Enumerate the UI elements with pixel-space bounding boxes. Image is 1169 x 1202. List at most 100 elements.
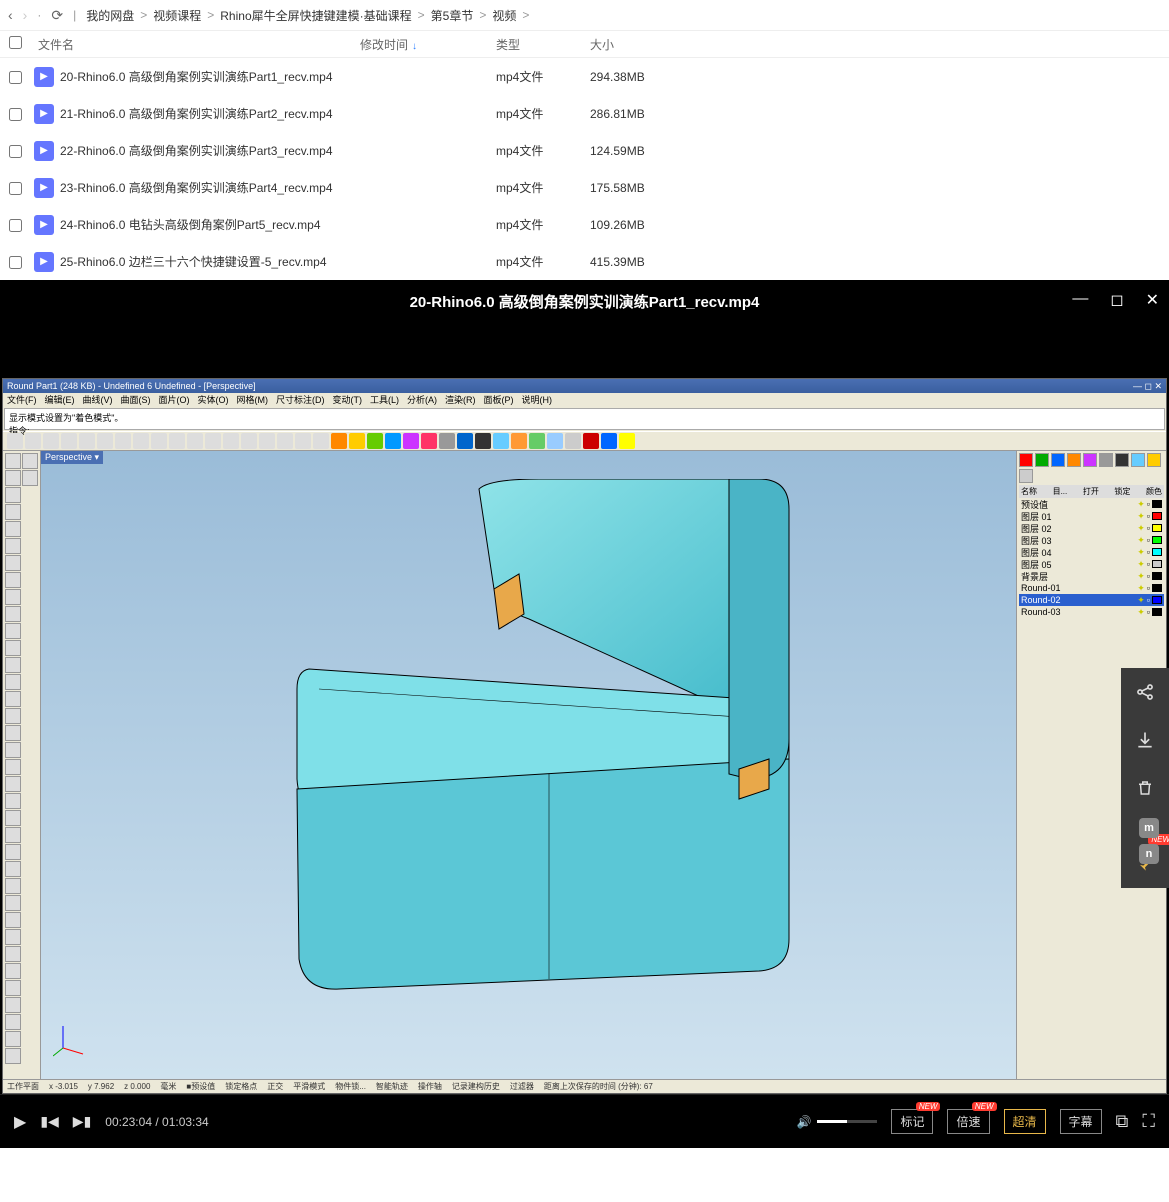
tool-button[interactable]	[5, 963, 21, 979]
tool-button[interactable]	[5, 1014, 21, 1030]
toolbar-button[interactable]	[241, 433, 257, 449]
toolbar-button[interactable]	[313, 433, 329, 449]
toolbar-button[interactable]	[349, 433, 365, 449]
col-header-type[interactable]: 类型	[496, 36, 590, 53]
bulb-icon[interactable]: ✦	[1137, 547, 1145, 558]
toolbar-button[interactable]	[187, 433, 203, 449]
row-checkbox[interactable]	[9, 71, 22, 84]
breadcrumb-item[interactable]: 视频课程	[153, 7, 201, 24]
lock-icon[interactable]: ▫	[1147, 547, 1150, 557]
tool-button[interactable]	[5, 521, 21, 537]
tool-button[interactable]	[5, 742, 21, 758]
delete-icon[interactable]	[1121, 764, 1169, 812]
rhino-command-area[interactable]: 显示模式设置为"着色模式"。 指令:	[4, 408, 1165, 430]
lock-icon[interactable]: ▫	[1147, 511, 1150, 521]
menu-item[interactable]: 渲染(R)	[445, 393, 476, 407]
layer-row[interactable]: 图层 05✦▫	[1019, 558, 1164, 570]
bulb-icon[interactable]: ✦	[1137, 583, 1145, 594]
toolbar-button[interactable]	[115, 433, 131, 449]
toolbar-button[interactable]	[421, 433, 437, 449]
quality-button[interactable]: 超清	[1004, 1109, 1046, 1134]
toolbar-button[interactable]	[277, 433, 293, 449]
menu-item[interactable]: 文件(F)	[7, 393, 37, 407]
file-row[interactable]: ▶24-Rhino6.0 电钻头高级倒角案例Part5_recv.mp4 mp4…	[0, 206, 1169, 243]
toolbar-button[interactable]	[259, 433, 275, 449]
panel-icon[interactable]	[1083, 453, 1097, 467]
tool-button[interactable]	[5, 844, 21, 860]
layer-row[interactable]: 图层 03✦▫	[1019, 534, 1164, 546]
file-row[interactable]: ▶25-Rhino6.0 边栏三十六个快捷键设置-5_recv.mp4 mp4文…	[0, 243, 1169, 280]
layer-color-swatch[interactable]	[1152, 560, 1162, 568]
bulb-icon[interactable]: ✦	[1137, 559, 1145, 570]
toolbar-button[interactable]	[385, 433, 401, 449]
tool-button[interactable]	[5, 912, 21, 928]
layer-row[interactable]: Round-02✦▫	[1019, 594, 1164, 606]
layer-color-swatch[interactable]	[1152, 512, 1162, 520]
tool-button[interactable]	[5, 470, 21, 486]
tool-button[interactable]	[22, 453, 38, 469]
tool-button[interactable]	[5, 861, 21, 877]
toolbar-button[interactable]	[61, 433, 77, 449]
col-header-size[interactable]: 大小	[590, 36, 1169, 53]
panel-icon[interactable]	[1115, 453, 1129, 467]
close-icon[interactable]: ✕	[1146, 290, 1159, 310]
menu-item[interactable]: 变动(T)	[333, 393, 363, 407]
maximize-icon[interactable]: ◻	[1110, 290, 1123, 310]
tool-button[interactable]	[5, 997, 21, 1013]
layer-color-swatch[interactable]	[1152, 584, 1162, 592]
menu-item[interactable]: 分析(A)	[407, 393, 437, 407]
lock-icon[interactable]: ▫	[1147, 571, 1150, 581]
layer-row[interactable]: 图层 04✦▫	[1019, 546, 1164, 558]
tool-button[interactable]	[5, 538, 21, 554]
toolbar-button[interactable]	[457, 433, 473, 449]
toolbar-button[interactable]	[619, 433, 635, 449]
toolbar-button[interactable]	[529, 433, 545, 449]
panel-icon[interactable]	[1131, 453, 1145, 467]
tool-button[interactable]	[5, 929, 21, 945]
menu-item[interactable]: 面板(P)	[484, 393, 514, 407]
row-checkbox[interactable]	[9, 256, 22, 269]
tool-button[interactable]	[5, 827, 21, 843]
breadcrumb-item[interactable]: Rhino犀牛全屏快捷键建模·基础课程	[220, 7, 411, 24]
pip-icon[interactable]: ⧉	[1116, 1111, 1129, 1132]
panel-icon[interactable]	[1019, 453, 1033, 467]
lock-icon[interactable]: ▫	[1147, 583, 1150, 593]
bulb-icon[interactable]: ✦	[1137, 571, 1145, 582]
subtitle-button[interactable]: 字幕	[1060, 1109, 1102, 1134]
layer-color-swatch[interactable]	[1152, 572, 1162, 580]
video-frame[interactable]: Round Part1 (248 KB) - Undefined 6 Undef…	[0, 322, 1169, 1094]
tool-button[interactable]	[5, 810, 21, 826]
toolbar-button[interactable]	[475, 433, 491, 449]
tool-button[interactable]	[5, 674, 21, 690]
volume-control[interactable]: 🔊	[797, 1115, 878, 1129]
lock-icon[interactable]: ▫	[1147, 535, 1150, 545]
toolbar-button[interactable]	[403, 433, 419, 449]
panel-icon[interactable]	[1067, 453, 1081, 467]
bulb-icon[interactable]: ✦	[1137, 607, 1145, 618]
tool-button[interactable]	[5, 759, 21, 775]
minimize-icon[interactable]: —	[1072, 290, 1088, 310]
toolbar-button[interactable]	[493, 433, 509, 449]
toolbar-button[interactable]	[583, 433, 599, 449]
panel-icon[interactable]	[1147, 453, 1161, 467]
toolbar-button[interactable]	[223, 433, 239, 449]
tool-button[interactable]	[5, 980, 21, 996]
row-checkbox[interactable]	[9, 108, 22, 121]
rhino-toolbar[interactable]	[3, 431, 1166, 451]
bulb-icon[interactable]: ✦	[1137, 535, 1145, 546]
toolbar-button[interactable]	[79, 433, 95, 449]
layer-row[interactable]: Round-03✦▫	[1019, 606, 1164, 618]
next-icon[interactable]: ▶▮	[73, 1113, 91, 1130]
file-row[interactable]: ▶23-Rhino6.0 高级倒角案例实训演练Part4_recv.mp4 mp…	[0, 169, 1169, 206]
panel-icon[interactable]	[1019, 469, 1033, 483]
lock-icon[interactable]: ▫	[1147, 595, 1150, 605]
toolbar-button[interactable]	[565, 433, 581, 449]
layer-color-swatch[interactable]	[1152, 536, 1162, 544]
tool-button[interactable]	[5, 606, 21, 622]
nav-back-icon[interactable]: ‹	[8, 7, 13, 23]
tool-button[interactable]	[5, 776, 21, 792]
rhino-left-toolbar[interactable]	[3, 451, 41, 1079]
n-button[interactable]: n	[1139, 844, 1159, 864]
tool-button[interactable]	[5, 640, 21, 656]
panel-icon[interactable]	[1051, 453, 1065, 467]
